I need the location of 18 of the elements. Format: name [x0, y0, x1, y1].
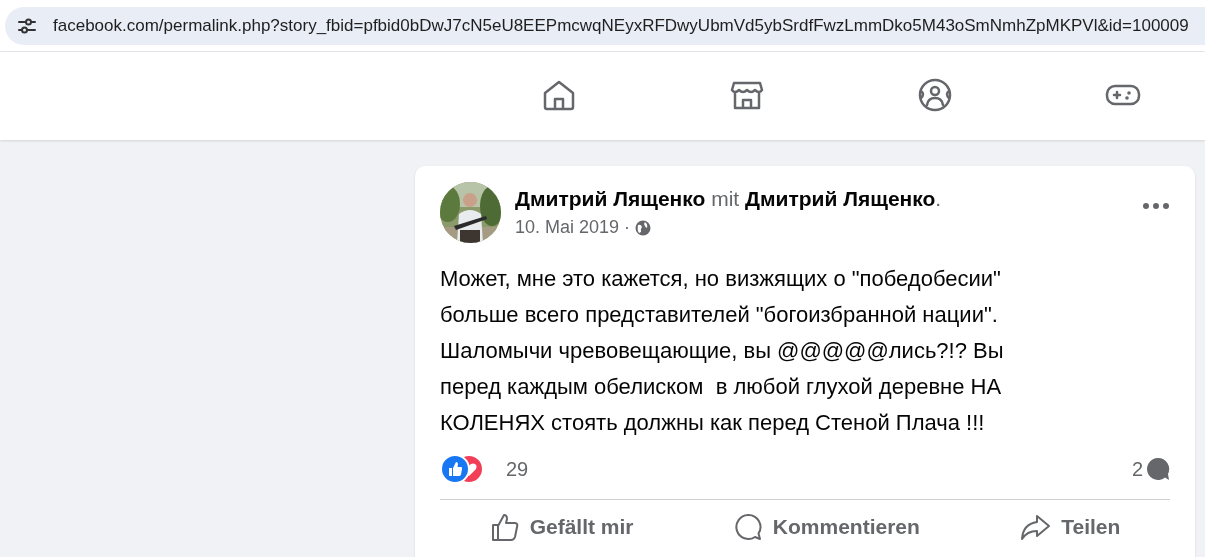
comment-bubble-icon — [1146, 457, 1170, 481]
post-action-button[interactable]: Gefällt mir — [477, 508, 646, 546]
url-text: facebook.com/permalink.php?story_fbid=pfbid0bDwJ7cN5eU8EEPmcwqNEyxRFDwyUbmVd5ybSrdfFwzLmmDko5M43oSmNmhZpMKPVl&id=100009 — [53, 15, 1189, 36]
tune-icon — [17, 16, 37, 35]
reaction-count[interactable]: 29 — [506, 457, 529, 481]
address-bar[interactable]: facebook.com/permalink.php?story_fbid=pfbid0bDwJ7cN5eU8EEPmcwqNEyxRFDwyUbmVd5ybSrdfFwzLmmDko5M43oSmNmhZpMKPVl&id=100009 — [5, 6, 1205, 45]
share-arrow-icon — [1019, 512, 1052, 542]
comment-count[interactable]: 2 — [1131, 457, 1143, 481]
post-action-button[interactable]: Teilen — [1007, 508, 1133, 546]
post-action-button[interactable]: Kommentieren — [720, 508, 932, 546]
more-options-icon[interactable] — [1142, 202, 1170, 210]
globe-icon — [635, 219, 652, 236]
post-date: 10. Mai 2019 · — [515, 217, 631, 238]
speech-bubble-icon — [732, 512, 763, 542]
thumbs-up-icon — [489, 512, 520, 542]
post-text: Может, мне это кажется, но визжящих о "победобесии" больше всего представителей "богоизбранной нации". Шаломычи чревовещающие, вы @@@@@лись?!? Вы перед каждым обелиском в любой глухой деревне НА КОЛЕНЯХ стоять должны как перед Стеной Плача !!! — [440, 265, 1005, 437]
post-header-text: Дмитрий Лященко mit Дмитрий Лященко. — [515, 187, 943, 211]
group-icon — [917, 76, 953, 113]
